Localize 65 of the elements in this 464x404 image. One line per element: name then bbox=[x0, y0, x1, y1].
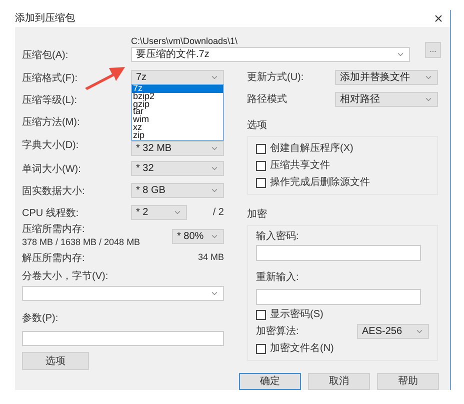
password-field[interactable] bbox=[256, 245, 421, 261]
checkbox-label: 加密文件名(N) bbox=[270, 342, 334, 356]
checkbox-label: 创建自解压程序(X) bbox=[270, 142, 354, 156]
field-label: 压缩格式(F): bbox=[22, 73, 78, 84]
field-label: 更新方式(U): bbox=[247, 70, 304, 84]
arrow-icon bbox=[84, 64, 126, 90]
field-label: 选项 bbox=[247, 120, 267, 131]
parameters-field[interactable] bbox=[22, 331, 224, 346]
dropdown[interactable]: 相对路径 bbox=[335, 92, 438, 106]
field-label: 加密算法: bbox=[256, 324, 299, 339]
checkbox-label: 操作完成后删除源文件 bbox=[270, 176, 370, 190]
dropdown[interactable]: * 2 bbox=[131, 204, 187, 220]
dropdown[interactable]: * 80% bbox=[172, 228, 224, 244]
field-label: 压缩所需内存: bbox=[22, 224, 86, 236]
field-label: 加密 bbox=[247, 209, 267, 220]
dialog-button[interactable]: 确定 bbox=[239, 373, 301, 390]
password-field[interactable] bbox=[256, 289, 421, 305]
chevron-down-icon bbox=[396, 50, 405, 59]
field-label: 解压所需内存: bbox=[22, 252, 85, 266]
checkbox[interactable] bbox=[256, 310, 266, 320]
dropdown-option[interactable]: tar bbox=[132, 108, 223, 116]
dialog-button[interactable]: 帮助 bbox=[377, 373, 439, 390]
memory-value: 34 MB bbox=[198, 251, 224, 264]
chevron-down-icon bbox=[210, 144, 219, 153]
dropdown[interactable]: 7z bbox=[131, 70, 224, 84]
field-label: 单词大小(W): bbox=[22, 164, 81, 175]
dialog-button[interactable]: 取消 bbox=[308, 373, 370, 390]
field-label: 固实数据大小: bbox=[22, 186, 85, 197]
checkbox-label: 压缩共享文件 bbox=[270, 158, 330, 173]
close-icon[interactable] bbox=[433, 13, 444, 24]
options-button[interactable]: 选项 bbox=[22, 352, 89, 370]
dropdown[interactable]: AES-256 bbox=[357, 324, 429, 339]
dropdown-option[interactable]: bzip2 bbox=[132, 92, 223, 101]
field-label: 路径模式 bbox=[247, 92, 287, 106]
window-title: 添加到压缩包 bbox=[15, 12, 75, 26]
checkbox-label: 显示密码(S) bbox=[270, 308, 324, 322]
chevron-down-icon bbox=[415, 327, 424, 336]
path-text: C:\Users\vm\Downloads\1\ bbox=[131, 35, 239, 47]
field-label: 压缩包(A): bbox=[22, 50, 68, 61]
field-label: CPU 线程数: bbox=[22, 208, 79, 219]
dropdown[interactable]: 要压缩的文件.7z bbox=[131, 47, 410, 62]
dropdown-option[interactable]: gzip bbox=[132, 100, 223, 108]
checkbox[interactable] bbox=[256, 344, 266, 354]
field-label: 参数(P): bbox=[22, 313, 58, 324]
chevron-down-icon bbox=[210, 289, 219, 298]
thread-count: / 2 bbox=[212, 206, 224, 220]
field-label: 分卷大小，字节(V): bbox=[22, 270, 110, 284]
field-label: 重新输入: bbox=[256, 272, 299, 283]
dropdown-option[interactable]: zip bbox=[132, 132, 223, 140]
dropdown-option[interactable]: xz bbox=[132, 124, 223, 132]
browse-button[interactable]: ... bbox=[425, 42, 441, 58]
dropdown[interactable]: * 32 bbox=[131, 160, 224, 176]
field-label: 压缩等级(L): bbox=[22, 95, 77, 106]
checkbox[interactable] bbox=[256, 178, 266, 188]
checkbox[interactable] bbox=[256, 144, 266, 154]
dropdown[interactable]: * 8 GB bbox=[131, 182, 224, 198]
field-label: 输入密码: bbox=[256, 230, 300, 244]
field-label: 压缩方法(M): bbox=[22, 117, 80, 128]
dropdown-option[interactable]: wim bbox=[132, 116, 223, 124]
dropdown-option[interactable]: 7z bbox=[132, 85, 223, 93]
dropdown[interactable]: * 32 MB bbox=[131, 141, 224, 156]
field-label: 字典大小(D): bbox=[22, 140, 79, 151]
dropdown[interactable]: 添加并替换文件 bbox=[335, 70, 438, 84]
checkbox[interactable] bbox=[256, 160, 266, 170]
memory-values: 378 MB / 1638 MB / 2048 MB bbox=[22, 236, 142, 248]
